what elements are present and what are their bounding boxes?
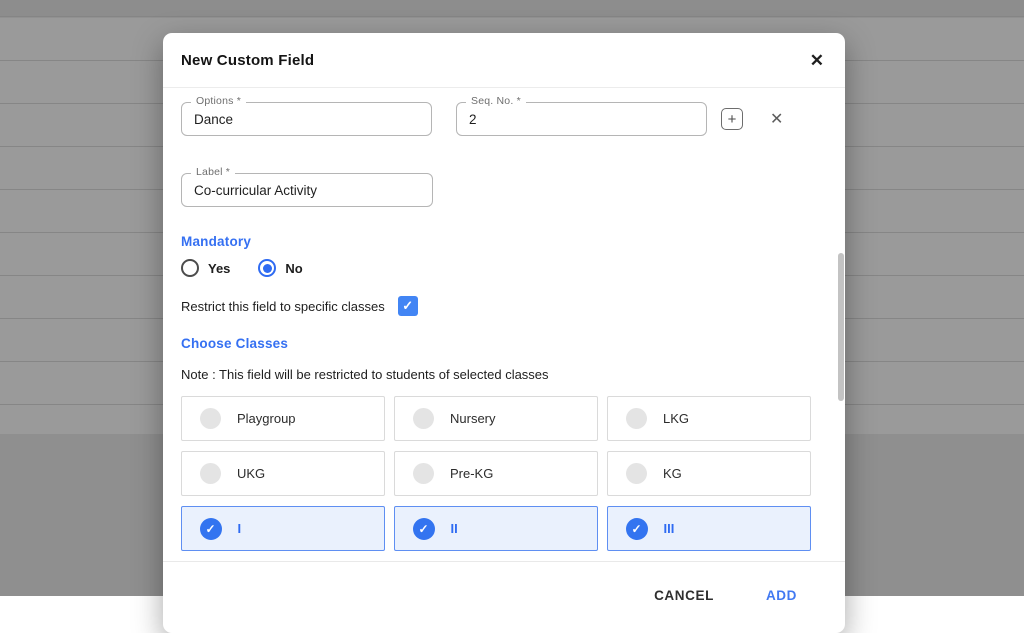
label-field: Label *: [181, 173, 433, 207]
class-card-kg[interactable]: KG: [607, 451, 811, 496]
class-card-label: Nursery: [450, 411, 496, 426]
class-card-ii[interactable]: ✓ II: [394, 506, 598, 551]
class-card-label: KG: [663, 466, 682, 481]
class-card-label: II: [451, 521, 458, 536]
mandatory-radio-group: Yes No: [181, 259, 827, 277]
seq-no-field-label: Seq. No. *: [466, 95, 526, 107]
class-card-pre-kg[interactable]: Pre-KG: [394, 451, 598, 496]
dialog-header: New Custom Field ✕: [163, 33, 845, 88]
check-circle-icon: ✓: [200, 518, 222, 540]
seq-no-input[interactable]: [457, 103, 706, 135]
check-circle-icon: ✓: [413, 518, 435, 540]
option-row: Options * Seq. No. * + ✕: [181, 102, 827, 136]
remove-option-button[interactable]: ✕: [770, 109, 783, 129]
class-card-lkg[interactable]: LKG: [607, 396, 811, 441]
circle-icon: [626, 408, 647, 429]
mandatory-heading: Mandatory: [181, 234, 827, 249]
close-button[interactable]: ✕: [808, 50, 826, 71]
radio-icon: [258, 259, 276, 277]
radio-icon: [181, 259, 199, 277]
seq-no-field: Seq. No. *: [456, 102, 707, 136]
class-card-label: Pre-KG: [450, 466, 493, 481]
options-field-label: Options *: [191, 95, 246, 107]
dialog-title: New Custom Field: [181, 52, 314, 69]
circle-icon: [200, 408, 221, 429]
class-card-label: I: [238, 521, 242, 536]
circle-icon: [626, 463, 647, 484]
class-grid: Playgroup Nursery LKG UKG Pre-KG KG ✓ I …: [181, 396, 827, 551]
label-field-label: Label *: [191, 166, 235, 178]
class-card-label: III: [664, 521, 675, 536]
circle-icon: [200, 463, 221, 484]
mandatory-radio-no[interactable]: No: [258, 259, 302, 277]
options-input[interactable]: [182, 103, 431, 135]
restrict-checkbox[interactable]: ✓: [398, 296, 418, 316]
class-card-playgroup[interactable]: Playgroup: [181, 396, 385, 441]
restrict-label: Restrict this field to specific classes: [181, 299, 385, 314]
class-card-nursery[interactable]: Nursery: [394, 396, 598, 441]
new-custom-field-dialog: New Custom Field ✕ Options * Seq. No. * …: [163, 33, 845, 633]
choose-classes-note: Note : This field will be restricted to …: [181, 367, 827, 382]
plus-icon: +: [728, 112, 737, 127]
class-card-ukg[interactable]: UKG: [181, 451, 385, 496]
label-row: Label *: [181, 173, 827, 207]
circle-icon: [413, 463, 434, 484]
check-circle-icon: ✓: [626, 518, 648, 540]
circle-icon: [413, 408, 434, 429]
class-card-i[interactable]: ✓ I: [181, 506, 385, 551]
close-icon: ✕: [810, 51, 824, 70]
radio-label: Yes: [208, 261, 230, 276]
class-card-label: LKG: [663, 411, 689, 426]
choose-classes-heading: Choose Classes: [181, 336, 827, 351]
dialog-body: Options * Seq. No. * + ✕ Label * Mandato…: [163, 102, 845, 551]
add-option-button[interactable]: +: [721, 108, 743, 130]
mandatory-radio-yes[interactable]: Yes: [181, 259, 230, 277]
dialog-footer: CANCEL ADD: [163, 561, 845, 629]
radio-label: No: [285, 261, 302, 276]
scrollbar-thumb[interactable]: [838, 253, 844, 401]
class-card-label: UKG: [237, 466, 265, 481]
class-card-label: Playgroup: [237, 411, 296, 426]
options-field: Options *: [181, 102, 432, 136]
label-input[interactable]: [182, 174, 432, 206]
background-toolbar-strip: [0, 0, 1024, 17]
close-icon: ✕: [770, 109, 783, 129]
class-card-iii[interactable]: ✓ III: [607, 506, 811, 551]
check-icon: ✓: [402, 298, 413, 314]
restrict-row: Restrict this field to specific classes …: [181, 296, 827, 316]
